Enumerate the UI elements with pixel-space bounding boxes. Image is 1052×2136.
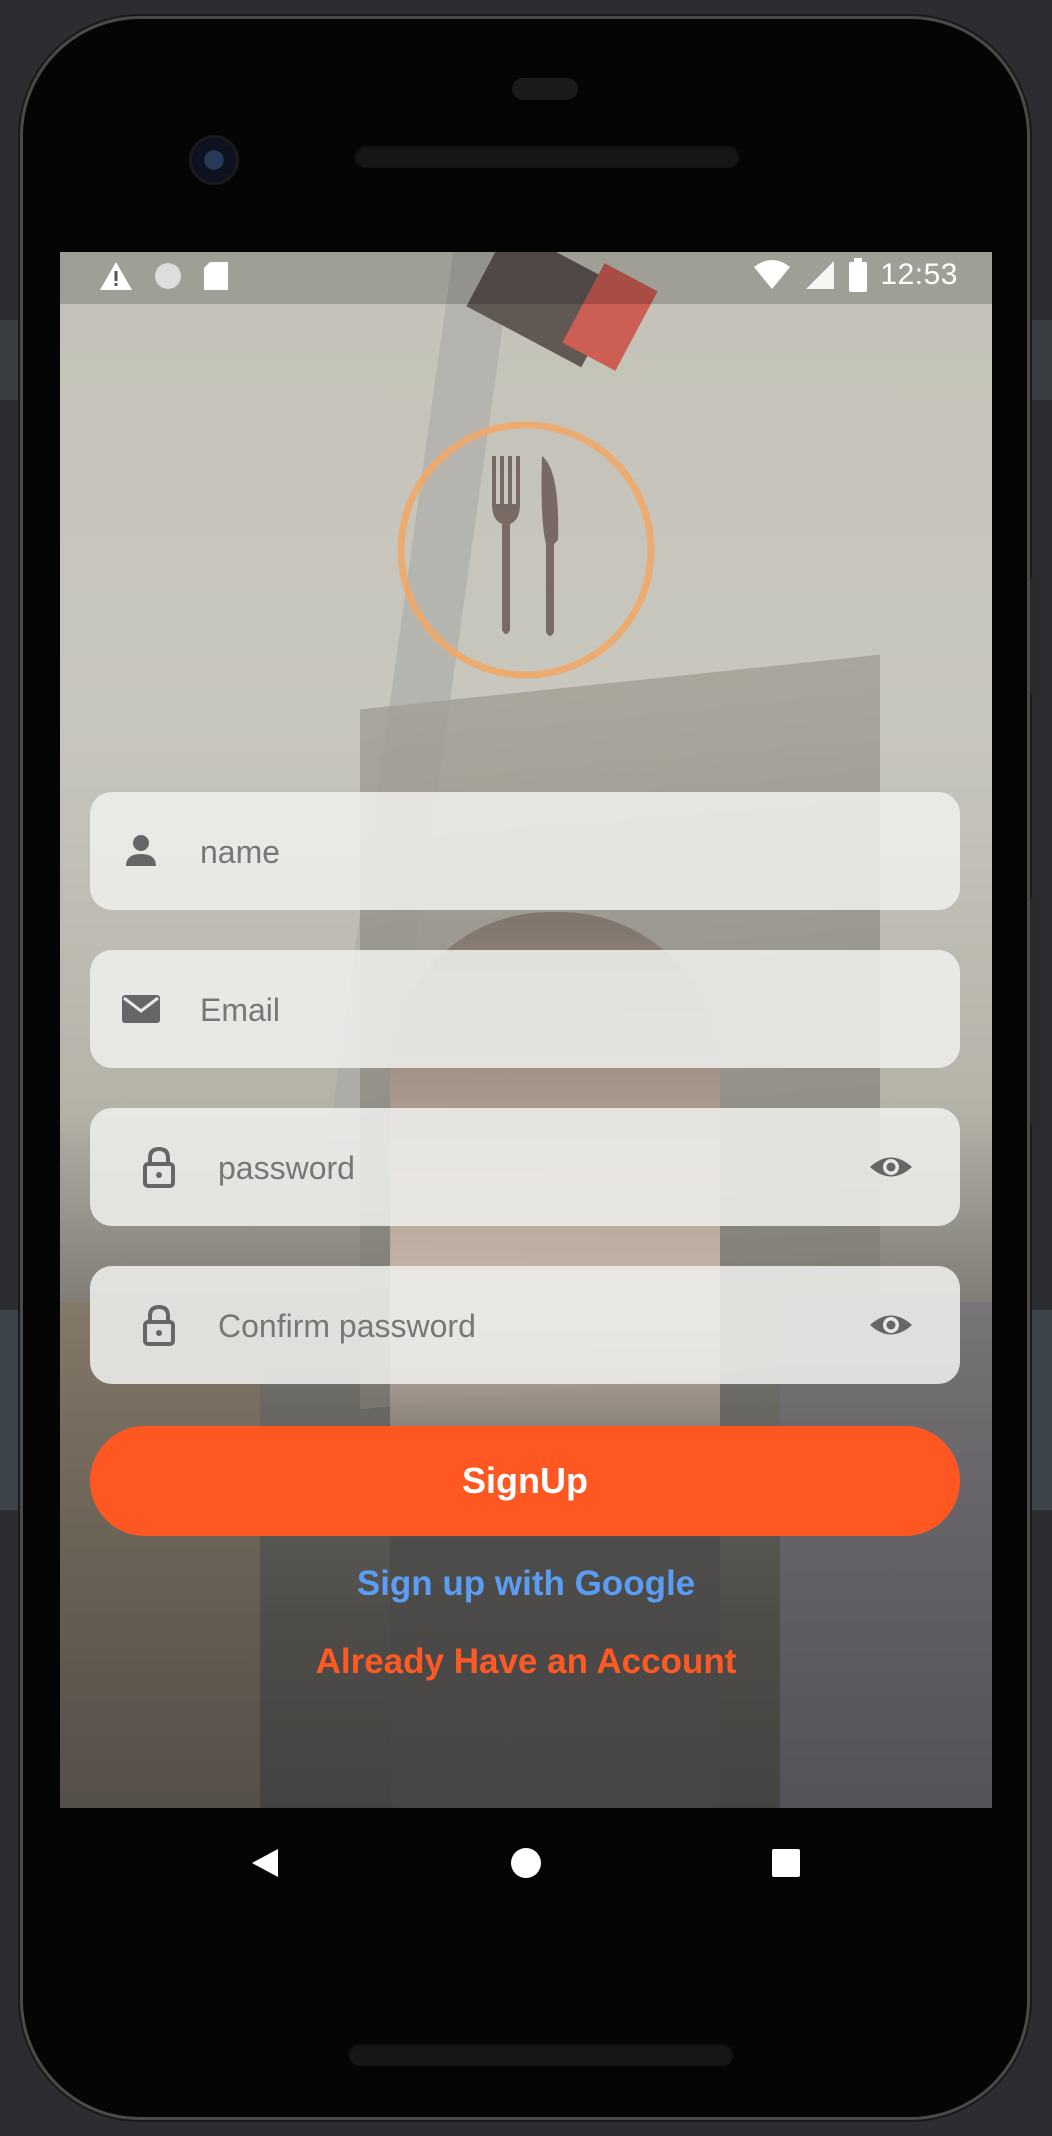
email-input[interactable]	[198, 950, 842, 1070]
confirm-password-input[interactable]	[216, 1266, 860, 1386]
volume-button	[1030, 576, 1040, 696]
password-input[interactable]	[216, 1108, 860, 1228]
warning-icon	[98, 260, 134, 292]
battery-icon	[848, 258, 868, 292]
email-field[interactable]	[90, 950, 960, 1070]
login-link[interactable]: Already Have an Account	[60, 1642, 992, 1682]
home-icon[interactable]	[501, 1838, 551, 1888]
visibility-toggle-icon[interactable]	[868, 1304, 914, 1346]
fork-knife-icon	[397, 421, 655, 679]
front-camera-icon	[192, 138, 236, 182]
back-icon[interactable]	[240, 1838, 290, 1888]
recents-icon[interactable]	[761, 1838, 811, 1888]
app-screen: 12:53 name Email SignUp Sign up with Goo…	[60, 252, 992, 1808]
password-field[interactable]	[90, 1108, 960, 1228]
speaker-grille	[354, 144, 740, 168]
person-icon	[126, 835, 156, 866]
name-field[interactable]	[90, 792, 960, 912]
mail-icon	[122, 995, 160, 1023]
visibility-toggle-icon[interactable]	[868, 1146, 914, 1188]
wifi-icon	[752, 259, 792, 291]
lock-icon	[143, 1304, 175, 1346]
circle-icon	[152, 260, 184, 292]
google-signup-link[interactable]: Sign up with Google	[60, 1564, 992, 1604]
bottom-speaker-grille	[348, 2042, 734, 2066]
app-logo	[396, 420, 656, 680]
power-button	[1030, 896, 1040, 1126]
signal-icon	[804, 259, 836, 291]
navigation-bar	[60, 1808, 992, 1918]
signup-button[interactable]: SignUp	[90, 1426, 960, 1536]
lock-icon	[143, 1146, 175, 1188]
status-bar: 12:53	[60, 252, 992, 304]
clock: 12:53	[880, 258, 958, 291]
name-input[interactable]	[198, 792, 842, 912]
confirm-password-field[interactable]	[90, 1266, 960, 1386]
earpiece	[512, 78, 578, 100]
sd-card-icon	[202, 260, 230, 292]
